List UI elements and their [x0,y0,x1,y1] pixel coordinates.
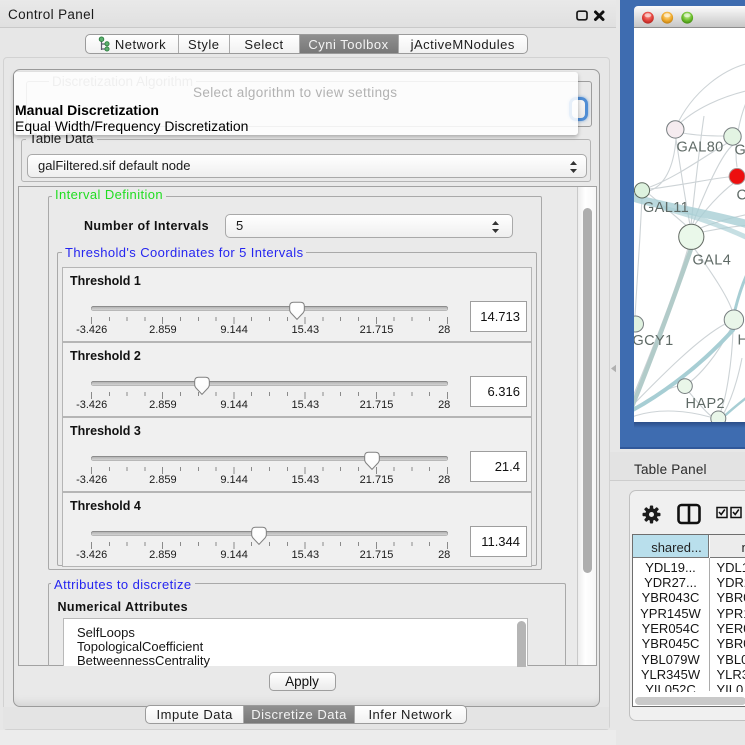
svg-text:C: C [736,187,745,203]
svg-text:GAL80: GAL80 [676,139,723,155]
svg-text:GA: GA [734,142,745,158]
svg-text:HAP2: HAP2 [685,396,724,412]
svg-text:GCY1: GCY1 [634,333,674,349]
svg-text:GAL4: GAL4 [692,252,731,268]
svg-text:H: H [737,332,745,348]
svg-text:GAL11: GAL11 [643,200,689,216]
